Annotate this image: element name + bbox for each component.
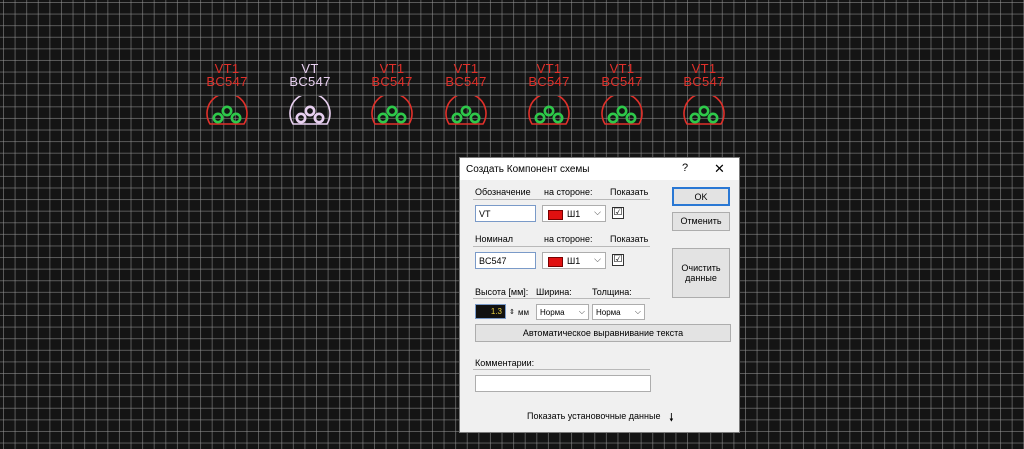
chevron-down-icon: ⌵ [594,254,601,264]
color-swatch [548,257,563,267]
component-value-label: BC547 [683,74,725,89]
pad-icon [377,112,389,124]
height-value: 1.3 [490,307,502,316]
designation-side-dropdown[interactable]: Ш1 ⌵ [542,205,606,222]
pad-icon [534,112,546,124]
transistor-footprint[interactable]: VT1 BC547 [199,62,255,130]
to92-outline-icon [601,96,643,125]
to92-outline-icon [528,96,570,125]
component-value-label: BC547 [528,74,570,89]
designation-side-label: на стороне: [544,187,593,197]
comment-label: Комментарии: [475,358,535,368]
transistor-footprint[interactable]: VT1 BC547 [676,62,732,130]
pad-icon [469,112,481,124]
pad-icon [707,112,719,124]
thickness-select[interactable]: Норма ⌵ [592,304,645,320]
pad-icon [230,112,242,124]
transistor-footprint[interactable]: VT1 BC547 [364,62,420,130]
nominal-side-value: Ш1 [567,256,581,266]
pad-icon [304,105,316,117]
create-component-dialog: Создать Компонент схемы ? ✕ Обозначение … [459,157,740,433]
pad-icon [543,105,555,117]
height-input[interactable]: 1.3 [475,304,506,319]
component-value-label: BC547 [445,74,487,89]
pad-icon [212,112,224,124]
transistor-footprint[interactable]: VT1 BC547 [594,62,650,130]
color-swatch [548,210,563,220]
pad-icon [625,112,637,124]
width-label: Ширина: [536,287,572,297]
nominal-side-label: на стороне: [544,234,593,244]
pad-icon [616,105,628,117]
spin-icon[interactable]: ⇕ [509,308,515,316]
ok-button[interactable]: OK [672,187,730,206]
height-label: Высота [мм]: [475,287,529,297]
chevron-down-icon: ⌵ [634,307,641,316]
pad-icon [395,112,407,124]
comment-input[interactable] [475,375,651,392]
designation-label: Обозначение [475,187,531,197]
to92-outline-icon [206,96,248,125]
pad-icon [313,112,325,124]
thickness-label: Толщина: [592,287,632,297]
arrow-down-icon[interactable]: 🠗 [669,409,674,428]
pad-icon [698,105,710,117]
help-icon[interactable]: ? [682,162,688,174]
pad-icon [689,112,701,124]
component-value-label: BC547 [601,74,643,89]
close-icon[interactable]: ✕ [714,161,725,177]
component-value-label: BC547 [371,74,413,89]
pad-icon [607,112,619,124]
nominal-input[interactable]: BC547 [475,252,536,269]
nominal-side-dropdown[interactable]: Ш1 ⌵ [542,252,606,269]
cancel-button[interactable]: Отменить [672,212,730,231]
show-install-data-link[interactable]: Показать установочные данные [527,411,660,421]
clear-label-2: данные [685,273,717,283]
designation-show-checkbox[interactable]: ☑ [612,207,624,219]
designation-input[interactable]: VT [475,205,536,222]
designation-show-label: Показать [610,187,649,197]
to92-outline-icon [371,96,413,125]
dialog-title: Создать Компонент схемы [466,164,590,175]
width-value: Норма [540,308,565,317]
pad-icon [295,112,307,124]
component-value-label: BC547 [289,74,331,89]
component-value-label: BC547 [206,74,248,89]
to92-outline-icon [289,96,331,125]
height-unit: мм [518,308,529,317]
transistor-footprint[interactable]: VT1 BC547 [438,62,494,130]
pad-icon [221,105,233,117]
clear-data-button[interactable]: Очистить данные [672,248,730,298]
pad-icon [460,105,472,117]
nominal-label: Номинал [475,234,513,244]
thickness-value: Норма [596,308,621,317]
chevron-down-icon: ⌵ [594,207,601,217]
designation-side-value: Ш1 [567,209,581,219]
to92-outline-icon [445,96,487,125]
nominal-show-checkbox[interactable]: ☑ [612,254,624,266]
transistor-footprint[interactable]: VT BC547 [282,62,338,130]
to92-outline-icon [683,96,725,125]
pad-icon [552,112,564,124]
transistor-footprint[interactable]: VT1 BC547 [521,62,577,130]
width-select[interactable]: Норма ⌵ [536,304,589,320]
auto-align-button[interactable]: Автоматическое выравнивание текста [475,324,731,342]
clear-label-1: Очистить [681,263,721,273]
pad-icon [386,105,398,117]
nominal-show-label: Показать [610,234,649,244]
chevron-down-icon: ⌵ [578,307,585,316]
dialog-titlebar[interactable]: Создать Компонент схемы ? ✕ [460,158,739,180]
pad-icon [451,112,463,124]
